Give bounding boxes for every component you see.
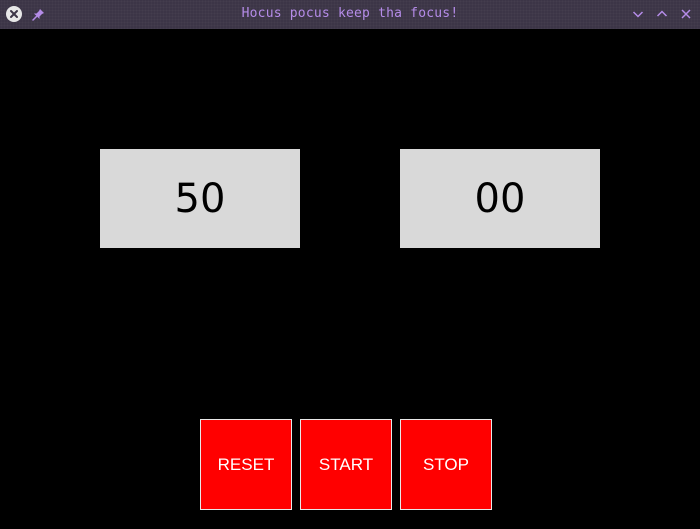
titlebar-right-controls — [630, 6, 694, 22]
x-icon[interactable] — [678, 6, 694, 22]
stop-button[interactable]: STOP — [400, 419, 492, 510]
window-title: Hocus pocus keep tha focus! — [241, 6, 459, 21]
minutes-display: 50 — [100, 149, 300, 248]
chevron-down-icon[interactable] — [630, 6, 646, 22]
reset-button[interactable]: RESET — [200, 419, 292, 510]
app-window: Hocus pocus keep tha focus! 50 00 RESET … — [0, 0, 700, 529]
seconds-display: 00 — [400, 149, 600, 248]
title-bar[interactable]: Hocus pocus keep tha focus! — [0, 0, 700, 29]
start-button[interactable]: START — [300, 419, 392, 510]
chevron-up-icon[interactable] — [654, 6, 670, 22]
